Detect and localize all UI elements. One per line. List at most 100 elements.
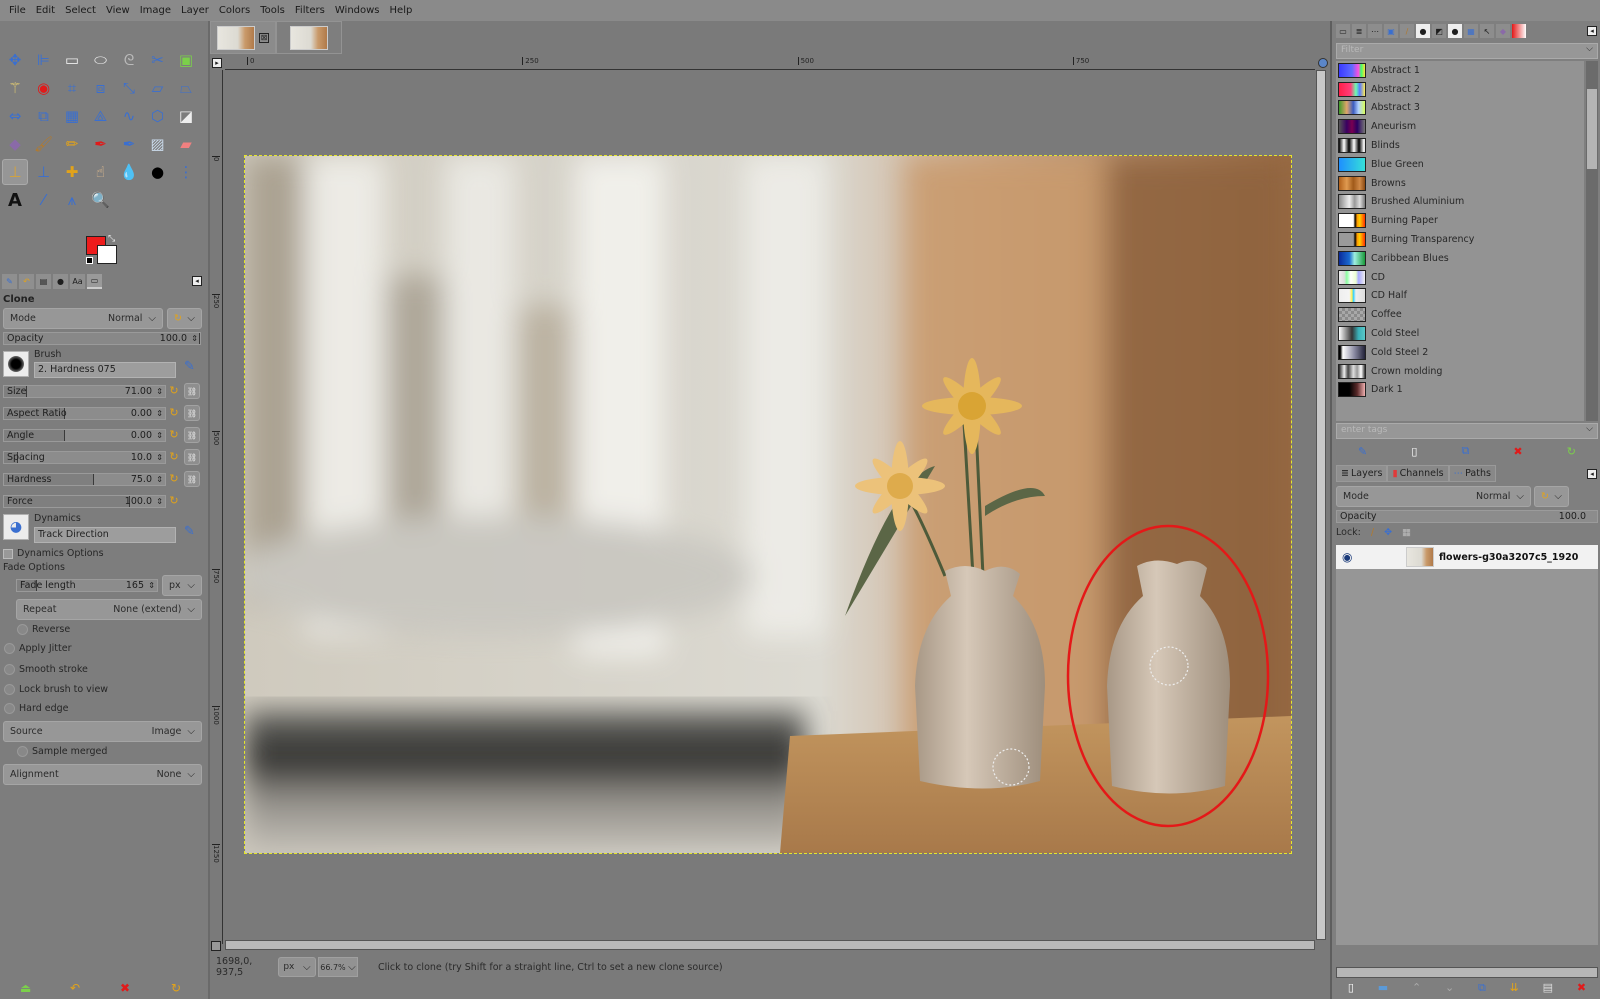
spin-icon[interactable]: ⇕ <box>156 386 163 398</box>
tab-undo-history[interactable]: ↶ <box>19 274 34 289</box>
link-icon[interactable]: ⛓ <box>184 383 200 399</box>
merge-layer-icon[interactable]: ⇊ <box>1510 981 1519 997</box>
grid-transform-tool[interactable]: ▦ <box>59 103 85 129</box>
gradient-item[interactable]: Browns <box>1336 174 1584 193</box>
panel-menu-icon[interactable]: ◂ <box>192 276 202 286</box>
panel-menu-icon[interactable]: ◂ <box>1587 469 1597 479</box>
duplicate-gradient-icon[interactable]: ⧉ <box>1461 444 1469 458</box>
spin-icon[interactable]: ⇕ <box>156 474 163 486</box>
angle-slider[interactable]: Angle 0.00 ⇕ <box>3 429 166 442</box>
text-tool[interactable]: A <box>2 187 28 213</box>
tab-tool-options[interactable]: ▭ <box>1336 24 1350 38</box>
spacing-slider[interactable]: Spacing 10.0 ⇕ <box>3 451 166 464</box>
panel-menu-icon[interactable]: ◂ <box>1587 26 1597 36</box>
menu-file[interactable]: File <box>4 5 31 16</box>
background-color-swatch[interactable] <box>97 245 117 264</box>
hardness-slider[interactable]: Hardness 75.0 ⇕ <box>3 473 166 486</box>
link-icon[interactable]: ⛓ <box>184 427 200 443</box>
tab-patterns[interactable]: ◩ <box>1432 24 1446 38</box>
lower-layer-icon[interactable]: ⌄ <box>1445 981 1454 997</box>
perspective-tool[interactable]: ⏢ <box>173 75 199 101</box>
tab-paths[interactable]: ⋯ <box>1368 24 1382 38</box>
cage-transform-tool[interactable]: ⧉ <box>31 103 57 129</box>
foreground-select-tool[interactable]: ▣ <box>173 47 199 73</box>
layer-mode-dropdown[interactable]: Mode Normal ⌵ <box>1336 486 1531 507</box>
pencil-tool[interactable]: ✏ <box>59 131 85 157</box>
gradient-item[interactable]: CD <box>1336 268 1584 287</box>
ink-tool[interactable]: ✒ <box>116 131 142 157</box>
gradient-item[interactable]: Abstract 3 <box>1336 99 1584 118</box>
spin-icon[interactable]: ⇕ <box>156 452 163 464</box>
gradient-item[interactable]: CD Half <box>1336 287 1584 306</box>
ellipse-select-tool[interactable]: ⬭ <box>88 47 114 73</box>
layer-row[interactable]: ◉ flowers-g30a3207c5_1920 <box>1336 545 1598 569</box>
flip-tool[interactable]: ⇔ <box>2 103 28 129</box>
crop-tool[interactable]: ⌗ <box>59 75 85 101</box>
gradient-filter-input[interactable]: Filter ⌵ <box>1336 43 1598 59</box>
unit-dropdown[interactable]: px ⌵ <box>278 957 316 977</box>
image-canvas[interactable] <box>244 155 1292 854</box>
layer-opacity-slider[interactable]: Opacity 100.0 <box>1336 510 1598 523</box>
dynamics-field[interactable]: Track Direction <box>34 527 176 543</box>
quick-mask-toggle[interactable] <box>211 941 221 951</box>
tab-palettes[interactable]: ◆ <box>1496 24 1510 38</box>
gradient-item[interactable]: Cold Steel 2 <box>1336 343 1584 362</box>
eraser-tool[interactable]: ▰ <box>173 131 199 157</box>
gradient-item[interactable]: Blinds <box>1336 136 1584 155</box>
select-by-color-tool[interactable]: ◉ <box>31 75 57 101</box>
menu-select[interactable]: Select <box>60 5 101 16</box>
unified-transform-tool[interactable]: ⧈ <box>88 75 114 101</box>
reset-icon[interactable]: ↻ <box>168 385 180 397</box>
brush-preview[interactable] <box>3 351 29 377</box>
reset-icon[interactable]: ↻ <box>168 407 180 419</box>
lock-brush-checkbox[interactable]: Lock brush to view <box>4 684 108 695</box>
menu-help[interactable]: Help <box>385 5 418 16</box>
mypaint-tool[interactable]: ◆ <box>2 131 28 157</box>
tab-fonts[interactable]: Aa <box>70 274 85 289</box>
menu-filters[interactable]: Filters <box>290 5 330 16</box>
tab-paths[interactable]: ⋯ Paths <box>1448 465 1496 482</box>
layers-scrollbar[interactable] <box>1336 967 1598 978</box>
gradient-item[interactable]: Brushed Aluminium <box>1336 193 1584 212</box>
menu-colors[interactable]: Colors <box>214 5 255 16</box>
raise-layer-icon[interactable]: ⌃ <box>1412 981 1421 997</box>
zoom-tool[interactable]: 🔍 <box>88 187 114 213</box>
menu-image[interactable]: Image <box>135 5 176 16</box>
edit-brush-icon[interactable]: ✎ <box>184 359 195 374</box>
menu-tools[interactable]: Tools <box>255 5 290 16</box>
link-icon[interactable]: ⛓ <box>184 405 200 421</box>
tab-channels[interactable]: ▮ Channels <box>1387 465 1449 482</box>
vertical-scrollbar[interactable] <box>1316 70 1326 940</box>
save-options-icon[interactable]: ⏏ <box>20 981 31 995</box>
reset-icon[interactable]: ↻ <box>168 473 180 485</box>
hard-edge-checkbox[interactable]: Hard edge <box>4 703 69 714</box>
rect-select-tool[interactable]: ▭ <box>59 47 85 73</box>
color-picker-tool[interactable]: ⁄ <box>31 187 57 213</box>
gradient-scrollbar[interactable] <box>1586 61 1598 421</box>
alignment-dropdown[interactable]: Alignment None ⌵ <box>3 764 202 785</box>
spin-icon[interactable]: ⇕ <box>148 580 155 592</box>
fade-unit-dropdown[interactable]: px ⌵ <box>162 575 202 596</box>
transform-tool[interactable]: ◪ <box>173 103 199 129</box>
lock-position-icon[interactable]: ✥ <box>1384 527 1392 538</box>
measure-tool[interactable]: ⩚ <box>59 187 85 213</box>
ruler-menu-icon[interactable]: ▸ <box>212 58 222 68</box>
align-tool[interactable]: ⊫ <box>31 47 57 73</box>
reset-icon[interactable]: ↻ <box>168 495 180 507</box>
dodge-burn-tool[interactable]: ● <box>145 159 171 185</box>
gradient-item[interactable]: Aneurism <box>1336 117 1584 136</box>
smooth-stroke-checkbox[interactable]: Smooth stroke <box>4 664 88 675</box>
aspect-ratio-slider[interactable]: Aspect Ratio 0.00 ⇕ <box>3 407 166 420</box>
gradient-item[interactable]: Abstract 1 <box>1336 61 1584 80</box>
lock-alpha-icon[interactable]: ▦ <box>1402 527 1411 538</box>
force-slider[interactable]: Force 100.0 ⇕ <box>3 495 166 508</box>
tab-brushes[interactable]: ● <box>1416 24 1430 38</box>
repeat-dropdown[interactable]: Repeat None (extend) ⌵ <box>16 599 202 620</box>
delete-options-icon[interactable]: ✖ <box>120 981 130 995</box>
swap-colors-icon[interactable]: ⤡ <box>108 234 115 244</box>
spin-icon[interactable]: ⇕ <box>156 408 163 420</box>
tab-brushes[interactable]: ● <box>53 274 68 289</box>
new-gradient-icon[interactable]: ▯ <box>1411 445 1417 458</box>
zoom-dropdown[interactable]: 66.7% ⌵ <box>318 957 358 977</box>
zoom-value[interactable]: 66.7% <box>320 963 345 972</box>
